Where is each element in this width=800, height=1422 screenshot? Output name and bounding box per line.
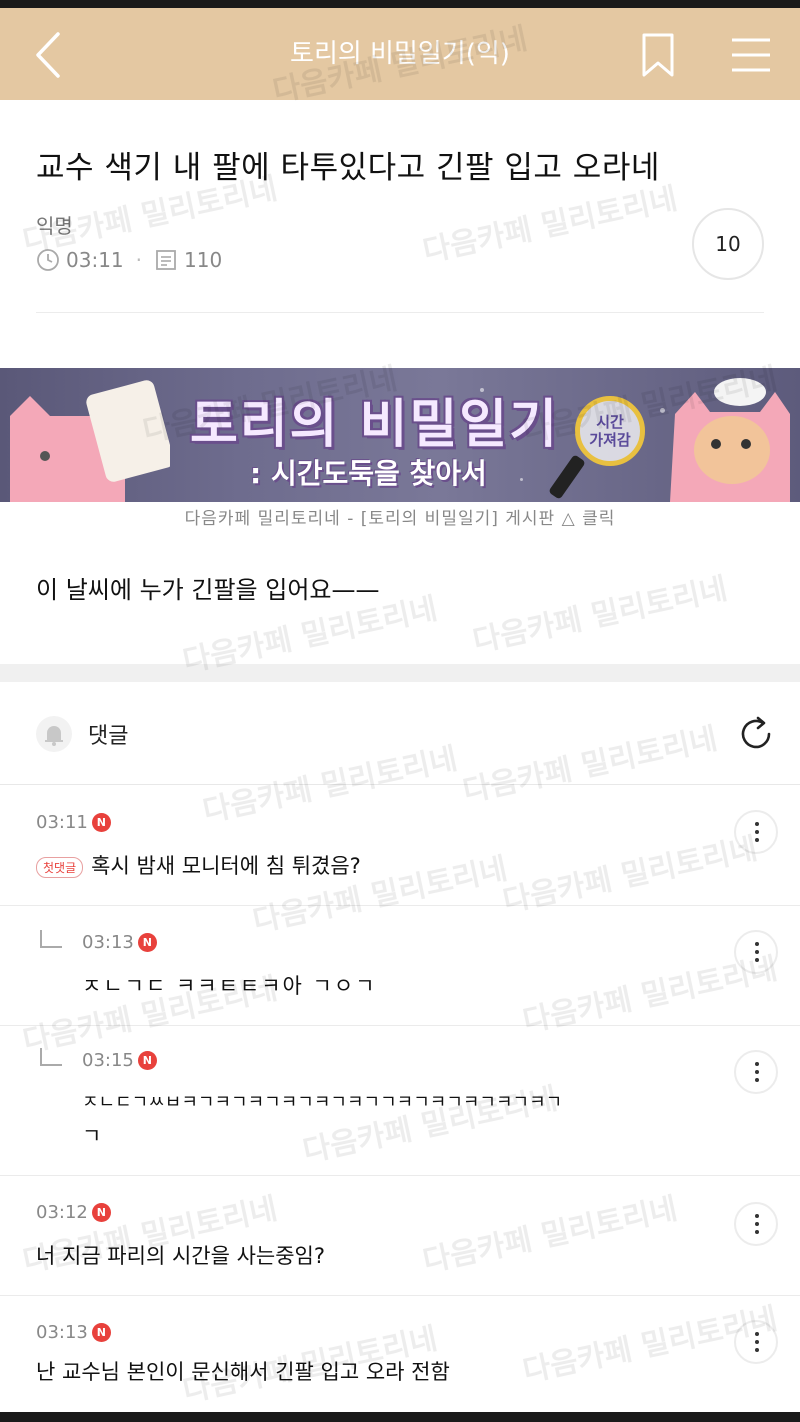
comment-time: 03:12 bbox=[36, 1202, 88, 1223]
more-options-icon[interactable] bbox=[734, 1050, 778, 1094]
first-comment-badge: 첫댓글 bbox=[36, 856, 84, 878]
banner-subtitle: : 시간도둑을 찾아서 bbox=[250, 457, 487, 490]
post-author[interactable]: 익명 bbox=[36, 210, 73, 239]
new-badge: N bbox=[91, 813, 111, 832]
divider bbox=[0, 784, 800, 785]
more-options-icon[interactable] bbox=[734, 930, 778, 974]
post-time: 03:11 bbox=[66, 248, 124, 272]
comments-label: 댓글 bbox=[88, 724, 129, 749]
comment-time-row: 03:13 N bbox=[36, 1322, 111, 1343]
bell-icon[interactable] bbox=[36, 716, 72, 752]
comment-item: 03:13 N 난 교수님 본인이 문신해서 긴팔 입고 오라 전함 bbox=[0, 1296, 800, 1412]
comment-time-row: 03:13 N bbox=[82, 932, 157, 953]
new-badge: N bbox=[137, 933, 157, 952]
comment-time: 03:11 bbox=[36, 812, 88, 833]
reply-item: 03:15 N ㅈㄴㄷㄱㅆㅂㅋㄱㅋㄱㅋㄱㅋㄱㅋㄱㅋㄱㄱㅋㄱㅋㄱㅋㄱㅋㄱㅋㄱ ㄱ bbox=[0, 1026, 800, 1176]
banner-title: 토리의 비밀일기 bbox=[190, 395, 559, 455]
cat-character-right bbox=[670, 378, 790, 502]
comment-time-row: 03:11 N bbox=[36, 812, 111, 833]
comment-time-row: 03:12 N bbox=[36, 1202, 111, 1223]
post-body: 이 날씨에 누가 긴팔을 입어요—— bbox=[36, 576, 380, 604]
comment-text: ㅈㄴㄷㄱㅆㅂㅋㄱㅋㄱㅋㄱㅋㄱㅋㄱㅋㄱㄱㅋㄱㅋㄱㅋㄱㅋㄱㅋㄱ bbox=[82, 1092, 563, 1113]
more-options-icon[interactable] bbox=[734, 1320, 778, 1364]
divider bbox=[36, 312, 764, 313]
post-meta: 03:11 · 110 bbox=[36, 248, 222, 272]
section-divider bbox=[0, 664, 800, 682]
watermark: 다음카페 밀리토리네 bbox=[469, 571, 731, 660]
refresh-icon[interactable] bbox=[736, 714, 776, 754]
more-options-icon[interactable] bbox=[734, 810, 778, 854]
comment-text: 너 지금 파리의 시간을 사는중임? bbox=[36, 1244, 326, 1268]
meta-separator: · bbox=[135, 248, 142, 272]
board-title: 토리의 비밀일기(익) bbox=[290, 39, 510, 69]
bookmark-icon[interactable] bbox=[640, 32, 676, 78]
comment-text: 난 교수님 본인이 문신해서 긴팔 입고 오라 전함 bbox=[36, 1360, 450, 1384]
hamburger-menu-icon[interactable] bbox=[730, 36, 772, 74]
magnifier-handle bbox=[548, 454, 586, 500]
comment-time: 03:13 bbox=[36, 1322, 88, 1343]
banner-caption[interactable]: 다음카페 밀리토리네 - [토리의 비밀일기] 게시판 △ 클릭 bbox=[0, 504, 800, 529]
new-badge: N bbox=[91, 1323, 111, 1342]
comment-time-row: 03:15 N bbox=[82, 1050, 157, 1071]
clock-icon bbox=[37, 249, 59, 271]
post-views: 110 bbox=[184, 248, 223, 272]
sparkle bbox=[520, 478, 523, 481]
views-icon bbox=[156, 250, 176, 270]
reply-arrow-icon bbox=[40, 1048, 62, 1066]
cat-character-left bbox=[10, 380, 170, 502]
like-button[interactable]: 10 bbox=[692, 208, 764, 280]
comment-item: 03:12 N 너 지금 파리의 시간을 사는중임? bbox=[0, 1176, 800, 1296]
app-header: 토리의 비밀일기(익) bbox=[0, 8, 800, 100]
status-bar bbox=[0, 0, 800, 8]
comment-item: 03:11 N 첫댓글 혹시 밤새 모니터에 침 튀겼음? bbox=[0, 786, 800, 906]
comment-text: 혹시 밤새 모니터에 침 튀겼음? bbox=[91, 854, 361, 878]
navigation-bar bbox=[0, 1412, 800, 1422]
new-badge: N bbox=[137, 1051, 157, 1070]
comment-text-continued: ㄱ bbox=[82, 1124, 102, 1148]
post-title: 교수 색기 내 팔에 타투있다고 긴팔 입고 오라네 bbox=[36, 150, 660, 186]
more-options-icon[interactable] bbox=[734, 1202, 778, 1246]
comment-time: 03:13 bbox=[82, 932, 134, 953]
watermark: 다음카페 밀리토리네 bbox=[419, 181, 681, 270]
comment-time: 03:15 bbox=[82, 1050, 134, 1071]
reply-arrow-icon bbox=[40, 930, 62, 948]
comment-text: ㅈㄴㄱㄷ ㅋㅋㅌㅌㅋ아 ㄱㅇㄱ bbox=[82, 974, 377, 998]
comments-header: 댓글 bbox=[36, 712, 776, 760]
new-badge: N bbox=[91, 1203, 111, 1222]
magnifier-text: 시간 가져감 bbox=[589, 413, 631, 449]
comment-text-row: 첫댓글 혹시 밤새 모니터에 침 튀겼음? bbox=[36, 850, 361, 880]
reply-item: 03:13 N ㅈㄴㄱㄷ ㅋㅋㅌㅌㅋ아 ㄱㅇㄱ bbox=[0, 906, 800, 1026]
magnifier-icon: 시간 가져감 bbox=[575, 396, 645, 466]
board-banner[interactable]: 토리의 비밀일기 : 시간도둑을 찾아서 시간 가져감 bbox=[0, 368, 800, 502]
